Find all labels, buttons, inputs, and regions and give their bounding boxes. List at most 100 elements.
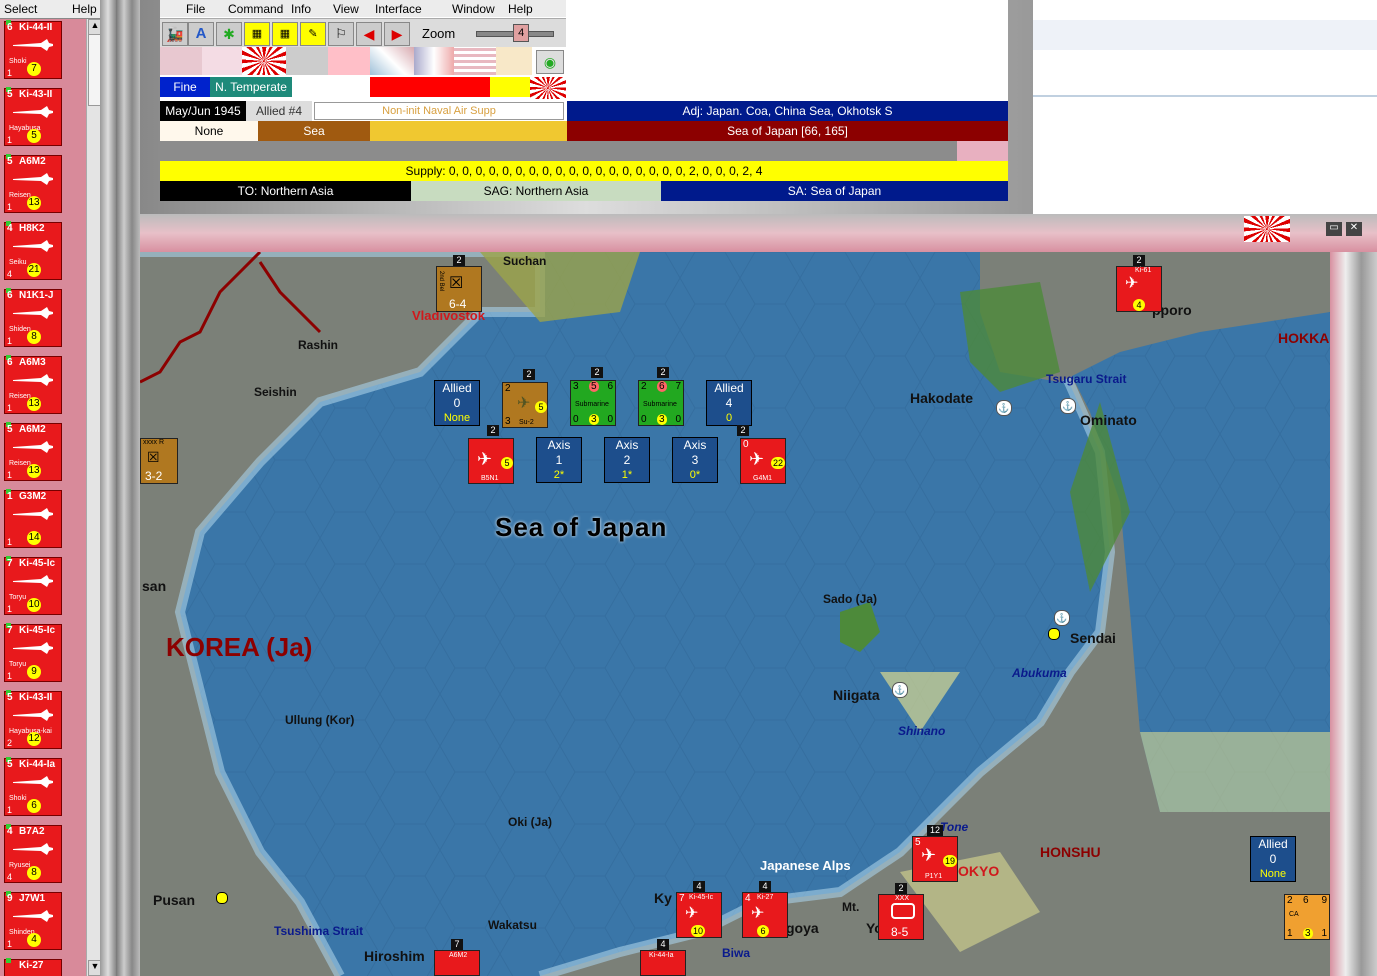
unit-stat: 2 bbox=[505, 383, 511, 394]
unit-list-item[interactable]: 7 Ki-45-Ic Toryu 1 9 bbox=[4, 623, 62, 682]
air-unit-g4m1[interactable]: 2 0 ✈ 22 G4M1 bbox=[737, 425, 786, 484]
port-icon-sendai[interactable]: ⚓ bbox=[1054, 610, 1070, 626]
unit-list-item[interactable]: 5 Ki-44-Ia Shoki 1 6 bbox=[4, 757, 62, 816]
usa-flag-icon[interactable] bbox=[454, 47, 496, 75]
china-flag-icon[interactable] bbox=[328, 47, 370, 75]
unit-top-number: 6 bbox=[7, 290, 13, 301]
honshu-label: HONSHU bbox=[1040, 844, 1101, 860]
main-menu-bar: File Command Info View Interface Window Help bbox=[160, 0, 566, 17]
unit-list-item[interactable]: 5Ki-43-IIHayabusa-kai212 bbox=[4, 690, 62, 749]
air-unit-ki27[interactable]: 4 4 Ki-27 ✈ 6 bbox=[742, 881, 788, 938]
unit-badge: 13 bbox=[27, 464, 41, 478]
unit-list-item[interactable]: 5 A6M2 Reisen 1 13 bbox=[4, 422, 62, 481]
japan-flag-icon bbox=[1244, 216, 1290, 242]
unit-list-item[interactable]: 6 A6M3 Reisen 1 13 bbox=[4, 355, 62, 414]
menu-window[interactable]: Window bbox=[452, 2, 495, 16]
shinano-label: Shinano bbox=[898, 724, 946, 738]
close-icon[interactable]: ✕ bbox=[1346, 222, 1362, 236]
naval-box-allied-0[interactable]: Allied 0 None bbox=[434, 380, 480, 426]
naval-box-axis-3[interactable]: Axis 3 0* bbox=[672, 437, 718, 483]
zoom-slider-thumb[interactable]: 4 bbox=[513, 24, 530, 42]
unit-badge: 6 bbox=[27, 799, 41, 813]
naval-box-allied-4[interactable]: Allied 4 0 bbox=[706, 380, 752, 426]
unit-list-item[interactable]: 5 Ki-43-II Hayabusa 1 5 bbox=[4, 87, 62, 146]
flag-icon[interactable]: ⚐ bbox=[328, 22, 354, 46]
army-unit-8-5[interactable]: 2 XXX 8-5 bbox=[878, 883, 924, 940]
hex-grid-icon[interactable]: ▦ bbox=[244, 22, 270, 46]
unit-list-item[interactable]: 6 Ki-44-II Shoki 1 7 bbox=[4, 20, 62, 79]
army-unit-6-4[interactable]: 2 2nd Bel ☒ 6-4 bbox=[436, 255, 482, 312]
gear-icon[interactable]: ✱ bbox=[216, 22, 242, 46]
naval-box-value: 3 bbox=[691, 453, 699, 467]
unit-top-number: 5 bbox=[7, 156, 13, 167]
naval-box-axis-1[interactable]: Axis 1 2* bbox=[536, 437, 582, 483]
unit-list-item[interactable]: 1 G3M2 1 14 bbox=[4, 489, 62, 548]
stack-count: 7 bbox=[451, 939, 463, 950]
naval-box-value: 2 bbox=[623, 453, 631, 467]
unit-list-item[interactable]: Ki-27 bbox=[4, 958, 62, 976]
submarine-unit-1[interactable]: 2 3 5 6 Submarine 0 3 0 bbox=[570, 367, 616, 426]
unit-list-item[interactable]: 9 J7W1 Shinden 1 4 bbox=[4, 891, 62, 950]
map-terrain bbox=[140, 252, 1330, 976]
germany-flag-icon[interactable] bbox=[160, 47, 202, 75]
menu-help-left[interactable]: Help bbox=[72, 2, 97, 16]
neutral-flag-icon[interactable] bbox=[286, 47, 328, 75]
naval-box-side: Axis bbox=[615, 438, 639, 452]
naval-box-axis-2[interactable]: Axis 2 1* bbox=[604, 437, 650, 483]
train-icon[interactable]: 🚂 bbox=[162, 22, 188, 46]
france-flag-icon[interactable] bbox=[414, 47, 454, 75]
uk-flag-icon[interactable] bbox=[370, 47, 414, 75]
submarine-unit-2[interactable]: 2 2 6 7 Submarine 0 3 0 bbox=[638, 367, 684, 426]
menu-command[interactable]: Command bbox=[228, 2, 283, 16]
unit-stat: 7 bbox=[675, 381, 681, 392]
hex-grid-alt-icon[interactable]: ▦ bbox=[272, 22, 298, 46]
menu-help[interactable]: Help bbox=[508, 2, 533, 16]
unit-list-item[interactable]: 4 H8K2 Seiku 4 21 bbox=[4, 221, 62, 280]
arrow-right-icon[interactable]: ▶ bbox=[384, 22, 410, 46]
unit-stat: 3 bbox=[505, 416, 511, 427]
unit-count: 4 bbox=[7, 269, 13, 279]
unit-list-scrollbar[interactable]: ▲ ▼ bbox=[86, 19, 102, 976]
italy-flag-icon[interactable] bbox=[202, 47, 242, 75]
air-unit-ki44[interactable]: 4 Ki-44-Ia bbox=[640, 939, 686, 976]
air-unit-a6m2[interactable]: 7 A6M2 bbox=[434, 939, 480, 976]
air-unit-b5n1[interactable]: 2 ✈ 5 B5N1 bbox=[468, 425, 514, 484]
menu-info[interactable]: Info bbox=[291, 2, 311, 16]
japan-rising-sun-flag-icon[interactable] bbox=[242, 47, 286, 75]
air-unit-p1y1[interactable]: 12 5 ✈ 19 P1Y1 bbox=[912, 825, 958, 882]
port-icon-hakodate[interactable]: ⚓ bbox=[996, 400, 1012, 416]
minimize-icon[interactable]: ▭ bbox=[1326, 222, 1342, 236]
menu-interface[interactable]: Interface bbox=[375, 2, 422, 16]
pencil-icon[interactable]: ✎ bbox=[300, 22, 326, 46]
menu-file[interactable]: File bbox=[186, 2, 205, 16]
air-unit-ki61[interactable]: 2 Ki-61 ✈ 4 bbox=[1116, 255, 1162, 312]
pusan-label: Pusan bbox=[153, 892, 196, 908]
game-map[interactable]: Sea of Japan KOREA (Ja) HONSHU HOKKA Suc… bbox=[140, 252, 1330, 976]
unit-list-item[interactable]: 5 A6M2 Reisen 1 13 bbox=[4, 154, 62, 213]
stack-count: 4 bbox=[759, 881, 771, 892]
menu-view[interactable]: View bbox=[333, 2, 359, 16]
arrow-left-icon[interactable]: ◀ bbox=[356, 22, 382, 46]
army-unit-3-2[interactable]: xxxx R ☒ 3-2 bbox=[140, 438, 178, 484]
unit-badge: 8 bbox=[27, 330, 41, 344]
unit-list-item[interactable]: 4 B7A2 Ryusei 4 8 bbox=[4, 824, 62, 883]
air-unit-su2[interactable]: 2 2 3 ✈ 5 Su-2 bbox=[502, 369, 548, 428]
unit-subname: Shoki bbox=[9, 58, 27, 65]
port-icon-ominato[interactable]: ⚓ bbox=[1060, 398, 1076, 414]
port-icon-niigata[interactable]: ⚓ bbox=[892, 682, 908, 698]
tone-label: Tone bbox=[940, 820, 969, 834]
hex-location-cell: Sea of Japan [66, 165] bbox=[567, 121, 1008, 141]
menu-select[interactable]: Select bbox=[4, 2, 37, 16]
unit-list-item[interactable]: 7 Ki-45-Ic Toryu 1 10 bbox=[4, 556, 62, 615]
font-a-icon[interactable]: A bbox=[188, 22, 214, 46]
unit-stat: 6 bbox=[607, 381, 613, 392]
minor-flag-icon[interactable] bbox=[496, 47, 532, 75]
air-unit-ki45[interactable]: 4 7 Ki-45-Ic ✈ 10 bbox=[676, 881, 722, 938]
naval-box-allied-honshu[interactable]: Allied 0 None bbox=[1250, 836, 1296, 882]
unit-name: Ki-27 bbox=[757, 894, 774, 901]
target-icon[interactable]: ◉ bbox=[536, 50, 564, 74]
naval-box-value: 0 bbox=[453, 396, 461, 410]
mission-field[interactable]: Non-init Naval Air Supp bbox=[314, 102, 564, 120]
unit-list-item[interactable]: 6 N1K1-J Shiden 1 8 bbox=[4, 288, 62, 347]
naval-unit-cruiser[interactable]: 2 6 9 CA 1 3 1 bbox=[1284, 894, 1330, 940]
